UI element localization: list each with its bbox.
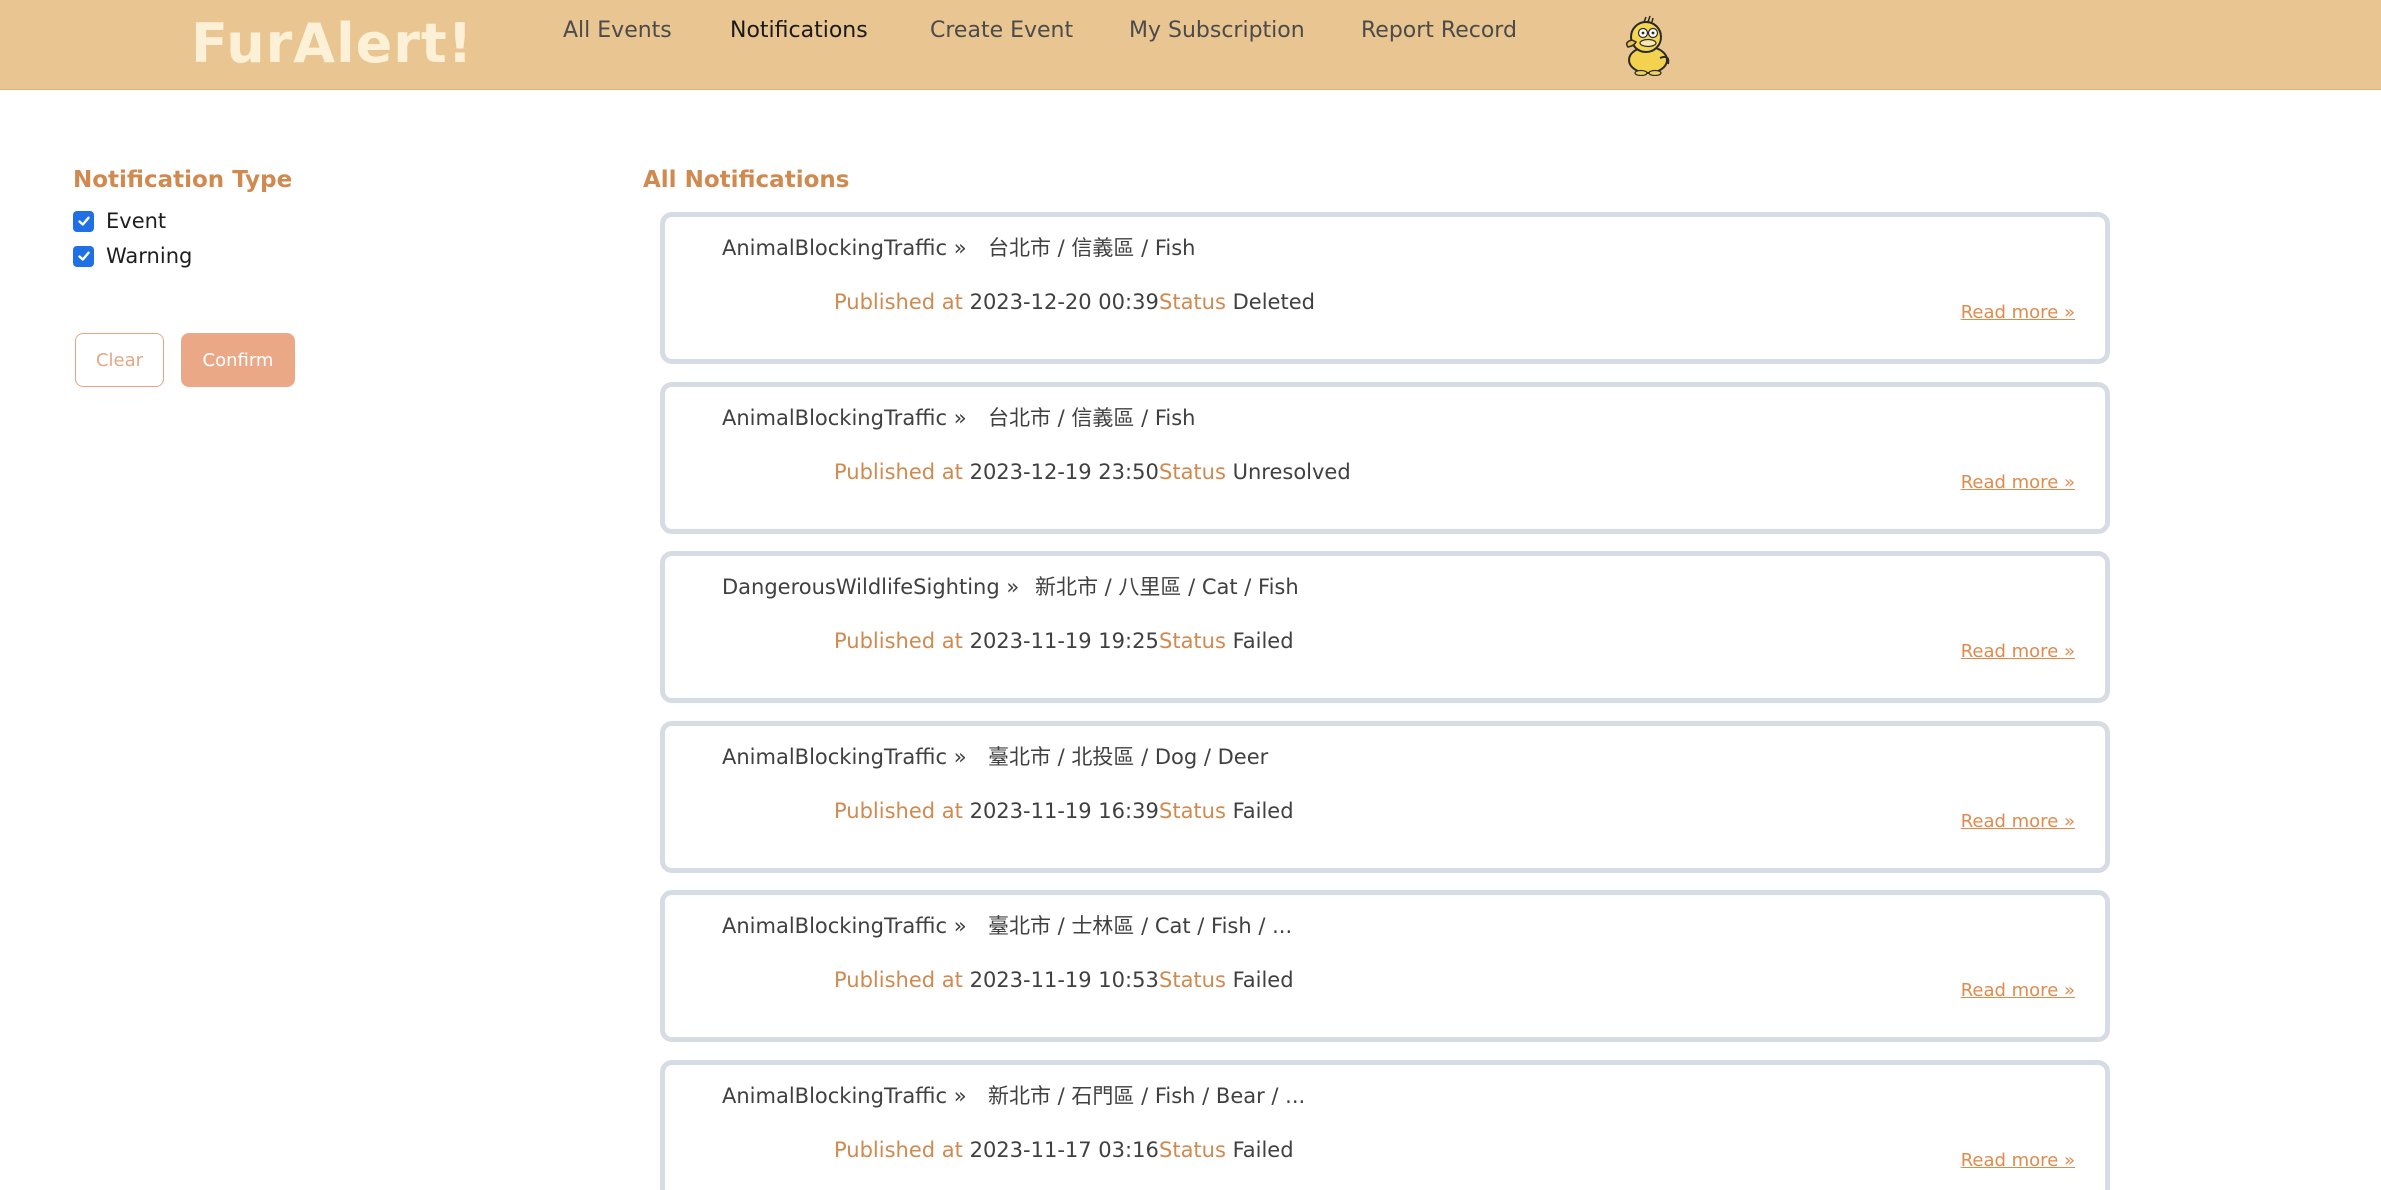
notification-type-link[interactable]: AnimalBlockingTraffic » [722,1083,967,1109]
status-info: Status Failed [1159,628,1294,654]
status-info: Status Unresolved [1159,459,1351,485]
filter-title: Notification Type [73,167,293,193]
status-label: Status [1159,968,1226,992]
published-label: Published at [834,460,963,484]
published-info: Published at 2023-11-19 16:39 [834,798,1159,824]
nav-my-subscription[interactable]: My Subscription [1129,16,1305,46]
read-more-link[interactable]: Read more » [1961,471,2075,495]
filter-event-label: Event [106,209,167,233]
published-info: Published at 2023-12-19 23:50 [834,459,1159,485]
status-value: Unresolved [1232,460,1351,484]
status-info: Status Failed [1159,967,1294,993]
notification-card: AnimalBlockingTraffic » 台北市 / 信義區 / Fish… [660,212,2110,364]
notification-location: 台北市 / 信義區 / Fish [988,406,1196,430]
top-navbar: FurAlert! All Events Notifications Creat… [0,0,2381,90]
published-label: Published at [834,629,963,653]
status-value: Failed [1232,629,1294,653]
published-time: 2023-11-17 03:16 [969,1138,1159,1162]
published-info: Published at 2023-11-19 19:25 [834,628,1159,654]
read-more-link[interactable]: Read more » [1961,979,2075,1003]
nav-notifications[interactable]: Notifications [730,16,868,46]
filter-warning-checkbox[interactable]: Warning [73,243,192,269]
read-more-link[interactable]: Read more » [1961,640,2075,664]
published-time: 2023-11-19 16:39 [969,799,1159,823]
published-label: Published at [834,1138,963,1162]
published-label: Published at [834,968,963,992]
published-time: 2023-12-19 23:50 [969,460,1159,484]
status-label: Status [1159,460,1226,484]
status-info: Status Failed [1159,798,1294,824]
status-label: Status [1159,629,1226,653]
published-info: Published at 2023-11-17 03:16 [834,1137,1159,1163]
nav-report-record[interactable]: Report Record [1361,16,1517,46]
notification-location: 臺北市 / 士林區 / Cat / Fish / ... [988,914,1293,938]
read-more-link[interactable]: Read more » [1961,810,2075,834]
notification-card: AnimalBlockingTraffic » 新北市 / 石門區 / Fish… [660,1060,2110,1190]
published-time: 2023-11-19 10:53 [969,968,1159,992]
status-value: Failed [1232,968,1294,992]
notification-location: 新北市 / 八里區 / Cat / Fish [1035,575,1299,599]
check-icon[interactable] [73,245,94,267]
nav-create-event[interactable]: Create Event [930,16,1073,46]
status-info: Status Deleted [1159,289,1315,315]
published-label: Published at [834,290,963,314]
notification-type-link[interactable]: AnimalBlockingTraffic » [722,913,967,939]
read-more-link[interactable]: Read more » [1961,1149,2075,1173]
notification-type-link[interactable]: DangerousWildlifeSighting » [722,574,1019,600]
status-value: Failed [1232,1138,1294,1162]
notification-type-link[interactable]: AnimalBlockingTraffic » [722,405,967,431]
notification-location: 台北市 / 信義區 / Fish [988,236,1196,260]
notification-type-link[interactable]: AnimalBlockingTraffic » [722,235,967,261]
published-label: Published at [834,799,963,823]
notification-location: 臺北市 / 北投區 / Dog / Deer [988,745,1269,769]
notification-card: AnimalBlockingTraffic » 臺北市 / 士林區 / Cat … [660,890,2110,1042]
published-info: Published at 2023-12-20 00:39 [834,289,1159,315]
status-label: Status [1159,799,1226,823]
notification-location: 新北市 / 石門區 / Fish / Bear / ... [988,1084,1306,1108]
notification-card: AnimalBlockingTraffic » 台北市 / 信義區 / Fish… [660,382,2110,534]
filter-warning-label: Warning [106,244,193,268]
published-time: 2023-12-20 00:39 [969,290,1159,314]
notifications-title: All Notifications [643,167,850,193]
duck-mascot-icon[interactable] [1620,14,1676,77]
confirm-button[interactable]: Confirm [181,333,295,387]
filter-event-checkbox[interactable]: Event [73,208,166,234]
published-info: Published at 2023-11-19 10:53 [834,967,1159,993]
read-more-link[interactable]: Read more » [1961,301,2075,325]
status-label: Status [1159,1138,1226,1162]
nav-all-events[interactable]: All Events [563,16,672,46]
brand-logo[interactable]: FurAlert! [191,10,473,78]
notification-type-link[interactable]: AnimalBlockingTraffic » [722,744,967,770]
clear-button[interactable]: Clear [75,333,164,387]
status-info: Status Failed [1159,1137,1294,1163]
published-time: 2023-11-19 19:25 [969,629,1159,653]
check-icon[interactable] [73,210,94,232]
status-value: Deleted [1232,290,1315,314]
notification-card: AnimalBlockingTraffic » 臺北市 / 北投區 / Dog … [660,721,2110,873]
notification-card: DangerousWildlifeSighting » 新北市 / 八里區 / … [660,551,2110,703]
status-label: Status [1159,290,1226,314]
status-value: Failed [1232,799,1294,823]
